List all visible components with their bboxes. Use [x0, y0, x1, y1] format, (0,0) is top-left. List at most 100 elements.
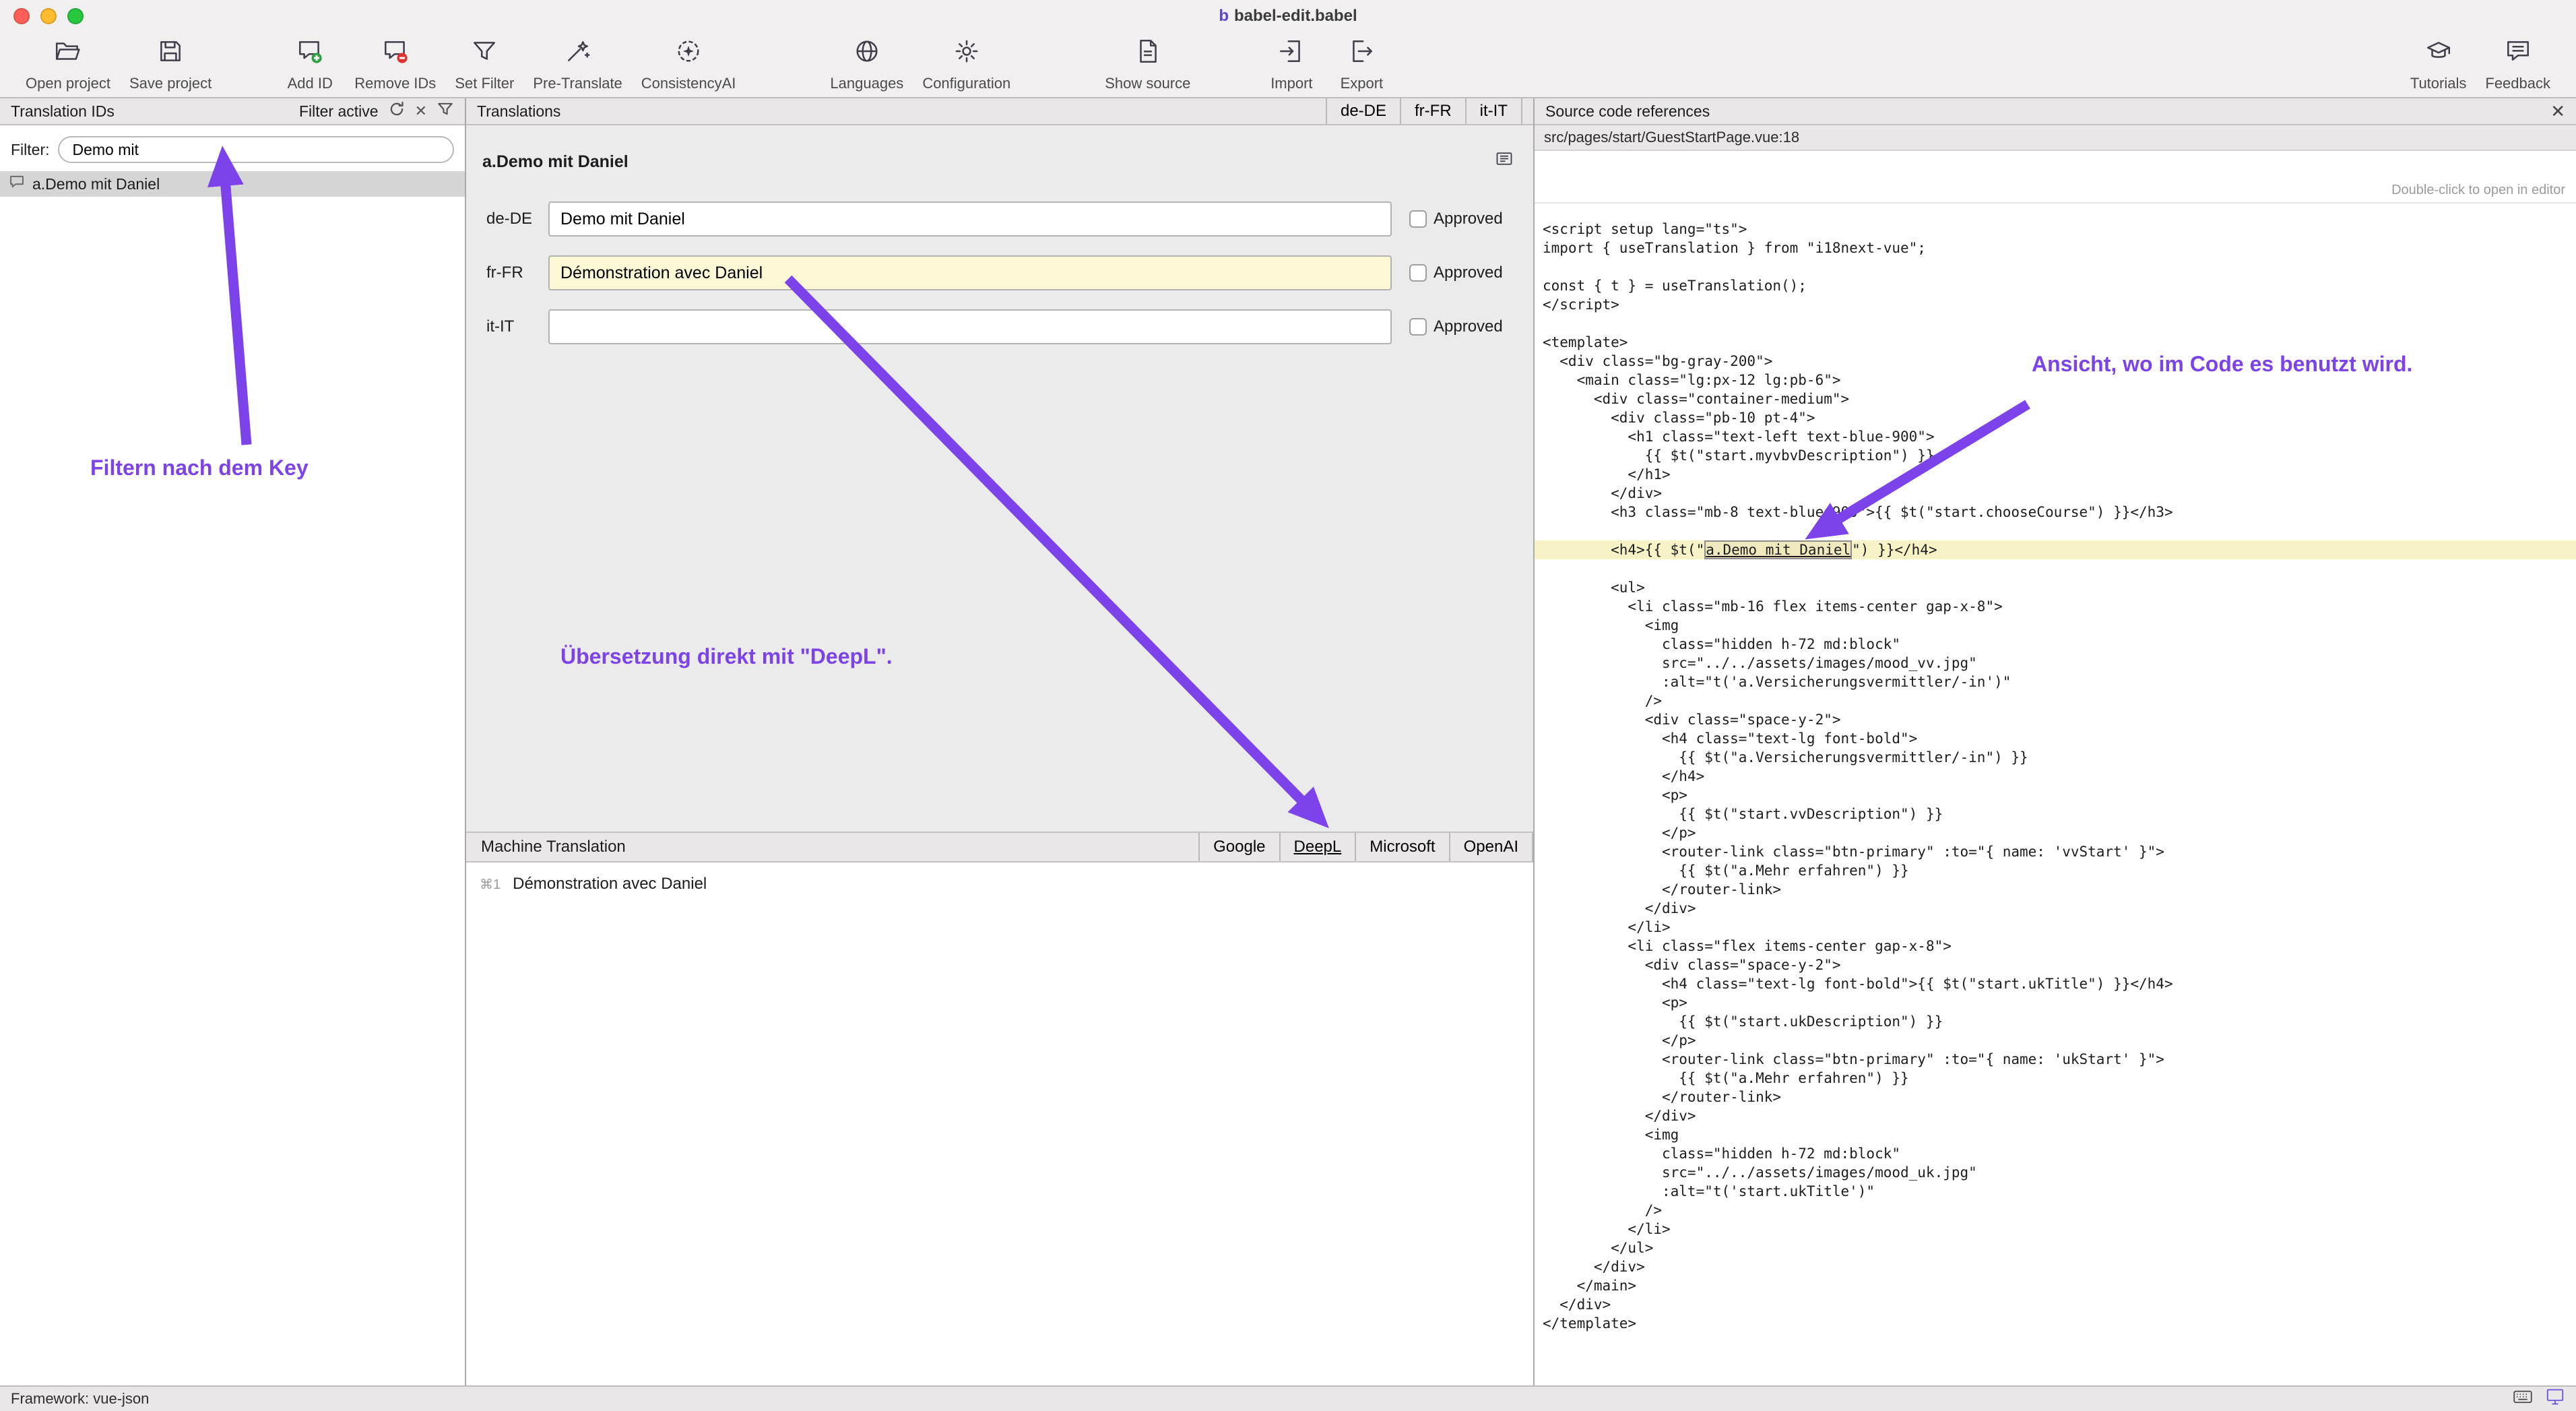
document-icon [1134, 37, 1162, 71]
approved-label: Approved [1434, 317, 1503, 336]
babeledit-window: b babel-edit.babel Open project Save proj… [0, 0, 2576, 1411]
source-references-header: Source code references ✕ [1535, 98, 2576, 125]
approved-checkbox-it-it[interactable] [1409, 318, 1427, 336]
filter-label: Filter: [11, 141, 50, 159]
provider-tab-openai[interactable]: OpenAI [1449, 833, 1533, 861]
code-area[interactable]: <script setup lang="ts">import { useTran… [1535, 203, 2576, 1385]
translation-input-fr-fr[interactable] [548, 255, 1392, 290]
code-line: </h4> [1535, 767, 2576, 786]
machine-translation-title: Machine Translation [481, 838, 626, 856]
gear-icon [953, 37, 981, 71]
graduation-cap-icon [2424, 37, 2453, 71]
language-tab-it-it[interactable]: it-IT [1465, 98, 1522, 124]
translation-ids-title: Translation IDs [11, 102, 115, 121]
code-line: <h4 class="text-lg font-bold">{{ $t("sta… [1535, 974, 2576, 993]
clear-filter-button[interactable]: ✕ [415, 102, 427, 120]
save-project-button[interactable]: Save project [120, 34, 221, 95]
translation-input-it-it[interactable] [548, 309, 1392, 344]
mt-result-row[interactable]: ⌘1 Démonstration avec Daniel [480, 875, 1533, 893]
code-line: class="hidden h-72 md:block" [1535, 1144, 2576, 1163]
close-icon: ✕ [415, 102, 427, 120]
comment-button[interactable] [1494, 150, 1514, 175]
machine-translation-header: Machine Translation Google DeepL Microso… [466, 832, 1533, 863]
refresh-filter-button[interactable] [388, 100, 406, 123]
translation-row-fr-fr: fr-FR Approved [466, 255, 1533, 290]
code-line: <ul> [1535, 578, 2576, 597]
language-tab-fr-fr[interactable]: fr-FR [1400, 98, 1465, 124]
configuration-button[interactable]: Configuration [913, 34, 1020, 95]
language-tab-de-de[interactable]: de-DE [1326, 98, 1400, 124]
filter-menu-button[interactable] [437, 100, 454, 123]
filter-row: Filter: [0, 125, 465, 171]
code-line: </script> [1535, 295, 2576, 314]
remove-ids-button[interactable]: Remove IDs [345, 34, 445, 95]
approved-checkbox-de-de[interactable] [1409, 210, 1427, 228]
code-line: {{ $t("start.ukDescription") }} [1535, 1012, 2576, 1031]
export-button[interactable]: Export [1326, 34, 1396, 95]
shortcut-badge: ⌘1 [480, 876, 501, 893]
keyboard-icon [2513, 1388, 2533, 1410]
file-reference: src/pages/start/GuestStartPage.vue:18 [1544, 129, 1799, 146]
import-button[interactable]: Import [1256, 34, 1326, 95]
code-line: const { t } = useTranslation(); [1535, 276, 2576, 295]
window-title-text: babel-edit.babel [1234, 7, 1357, 25]
close-panel-button[interactable]: ✕ [2550, 102, 2565, 120]
translation-id-item[interactable]: a.Demo mit Daniel [0, 171, 465, 197]
add-id-button[interactable]: Add ID [275, 34, 345, 95]
filter-active-label: Filter active [299, 102, 379, 121]
toolbar: Open project Save project Add ID Remove … [0, 32, 2576, 98]
file-reference-bar[interactable]: src/pages/start/GuestStartPage.vue:18 [1535, 125, 2576, 151]
code-line: </div> [1535, 484, 2576, 503]
feedback-button[interactable]: Feedback [2476, 34, 2560, 95]
source-group: Show source [1095, 34, 1200, 95]
code-line: <div class="space-y-2"> [1535, 955, 2576, 974]
pre-translate-button[interactable]: Pre-Translate [523, 34, 631, 95]
funnel-icon [437, 100, 454, 123]
display-button[interactable] [2545, 1387, 2565, 1411]
comment-icon [1494, 150, 1514, 175]
framework-label: Framework: vue-json [11, 1390, 149, 1408]
code-line: <main class="lg:px-12 lg:pb-6"> [1535, 371, 2576, 389]
provider-tab-deepl[interactable]: DeepL [1279, 833, 1355, 861]
consistency-ai-button[interactable]: ConsistencyAI [632, 34, 746, 95]
languages-button[interactable]: Languages [820, 34, 913, 95]
code-line: <img [1535, 1125, 2576, 1144]
provider-tabs: Google DeepL Microsoft OpenAI [1198, 833, 1533, 861]
globe-icon [853, 37, 881, 71]
code-line: {{ $t("start.vvDescription") }} [1535, 805, 2576, 823]
code-line: {{ $t("a.Versicherungsvermittler/-in") }… [1535, 748, 2576, 767]
provider-tab-microsoft[interactable]: Microsoft [1355, 833, 1448, 861]
language-label: fr-FR [486, 263, 548, 282]
editor-hint: Double-click to open in editor [2391, 183, 2565, 198]
funnel-icon [470, 37, 498, 71]
code-line [1535, 314, 2576, 333]
message-plus-icon [296, 37, 324, 71]
code-line: </div> [1535, 899, 2576, 918]
help-group: Tutorials Feedback [2401, 34, 2560, 95]
source-references-panel: Source code references ✕ src/pages/start… [1535, 98, 2576, 1385]
approved-checkbox-fr-fr[interactable] [1409, 264, 1427, 282]
translation-rows: de-DE Approved fr-FR Approved it-IT [466, 201, 1533, 344]
import-icon [1277, 37, 1306, 71]
translations-title: Translations [477, 102, 560, 121]
code-line [1535, 559, 2576, 578]
provider-tab-google[interactable]: Google [1198, 833, 1279, 861]
keyboard-shortcuts-button[interactable] [2513, 1388, 2533, 1410]
translations-header: Translations de-DE fr-FR it-IT [466, 98, 1533, 125]
code-line: </h1> [1535, 465, 2576, 484]
babeledit-app-icon: b [1219, 7, 1229, 25]
code-line: import { useTranslation } from "i18next-… [1535, 239, 2576, 257]
filter-input[interactable] [58, 136, 455, 163]
code-line: </template> [1535, 1314, 2576, 1333]
show-source-button[interactable]: Show source [1095, 34, 1200, 95]
code-line: <div class="pb-10 pt-4"> [1535, 408, 2576, 427]
translations-body: a.Demo mit Daniel de-DE Approved fr-FR [466, 125, 1533, 832]
approved-label: Approved [1434, 263, 1503, 282]
translation-id-label: a.Demo mit Daniel [32, 175, 160, 193]
set-filter-button[interactable]: Set Filter [445, 34, 523, 95]
open-project-button[interactable]: Open project [16, 34, 120, 95]
translation-input-de-de[interactable] [548, 201, 1392, 237]
tutorials-button[interactable]: Tutorials [2401, 34, 2476, 95]
code-line: :alt="t('a.Versicherungsvermittler/-in')… [1535, 672, 2576, 691]
sparkle-circle-icon [674, 37, 703, 71]
